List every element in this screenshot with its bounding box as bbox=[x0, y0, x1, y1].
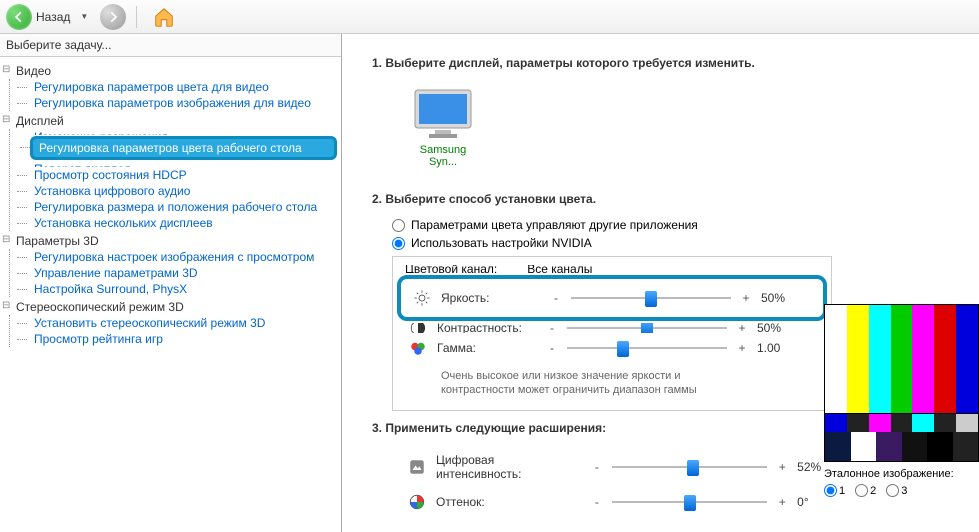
hue-row: Оттенок: - + 0° bbox=[404, 487, 844, 517]
gamma-row: Гамма: - + 1.00 bbox=[405, 333, 819, 363]
brightness-row: Яркость: - + 50% bbox=[397, 275, 827, 321]
sliders-panel: Цветовой канал: Все каналы Яркость: - + … bbox=[392, 256, 832, 411]
preview-radios: 1 2 3 bbox=[824, 484, 979, 497]
radio-other-apps[interactable]: Параметрами цвета управляют другие прило… bbox=[392, 218, 979, 232]
contrast-label: Контрастность: bbox=[437, 323, 537, 333]
contrast-slider[interactable] bbox=[567, 323, 727, 333]
preview-panel: Эталонное изображение: 1 2 3 bbox=[824, 304, 979, 497]
tree-item[interactable]: Регулировка настроек изображения с просм… bbox=[30, 249, 337, 265]
contrast-row: Контрастность: - + 50% bbox=[405, 323, 819, 333]
back-button[interactable] bbox=[6, 4, 32, 30]
radio-nvidia[interactable]: Использовать настройки NVIDIA bbox=[392, 236, 979, 250]
hue-slider[interactable] bbox=[612, 493, 768, 511]
vibrance-icon bbox=[408, 458, 426, 476]
plus-icon: + bbox=[737, 341, 747, 355]
preview-label: Эталонное изображение: bbox=[824, 468, 979, 480]
color-bars-row3 bbox=[824, 432, 979, 462]
brightness-value: 50% bbox=[761, 291, 805, 305]
minus-icon: - bbox=[551, 291, 561, 305]
gamma-label: Гамма: bbox=[437, 341, 537, 355]
display-name: Samsung Syn... bbox=[408, 144, 478, 168]
tree-group-display[interactable]: Дисплей bbox=[2, 113, 337, 129]
back-dropdown-icon[interactable]: ▼ bbox=[80, 12, 88, 21]
tree-item[interactable]: Управление параметрами 3D bbox=[30, 265, 337, 281]
plus-icon: + bbox=[737, 323, 747, 333]
preview-radio-3[interactable]: 3 bbox=[886, 484, 907, 497]
tree-item[interactable]: Установка цифрового аудио bbox=[30, 183, 337, 199]
tree-item[interactable]: Просмотр рейтинга игр bbox=[30, 331, 337, 347]
contrast-icon bbox=[409, 323, 427, 333]
minus-icon: - bbox=[592, 460, 602, 474]
radio-label: Параметрами цвета управляют другие прило… bbox=[411, 218, 698, 232]
channel-value: Все каналы bbox=[527, 265, 592, 273]
minus-icon: - bbox=[592, 495, 602, 509]
sidebar: Выберите задачу... Видео Регулировка пар… bbox=[0, 34, 342, 532]
step2-title: 2. Выберите способ установки цвета. bbox=[372, 192, 979, 206]
brightness-icon bbox=[413, 289, 431, 307]
radio-other-apps-input[interactable] bbox=[392, 219, 405, 232]
display-selector[interactable]: Samsung Syn... bbox=[402, 82, 484, 174]
monitor-icon bbox=[411, 88, 475, 140]
plus-icon: + bbox=[741, 291, 751, 305]
channel-label: Цветовой канал: bbox=[405, 265, 497, 273]
preview-radio-2[interactable]: 2 bbox=[855, 484, 876, 497]
gamma-hint: Очень высокое или низкое значение яркост… bbox=[441, 369, 741, 398]
toolbar: Назад ▼ bbox=[0, 0, 979, 34]
preview-radio-1[interactable]: 1 bbox=[824, 484, 845, 497]
vibrance-slider[interactable] bbox=[612, 458, 768, 476]
channel-row: Цветовой канал: Все каналы bbox=[405, 265, 819, 273]
gamma-icon bbox=[409, 339, 427, 357]
tree-item[interactable]: Настройка Surround, PhysX bbox=[30, 281, 337, 297]
gamma-value: 1.00 bbox=[757, 341, 801, 355]
tree-item[interactable]: Установить стереоскопический режим 3D bbox=[30, 315, 337, 331]
radio-nvidia-input[interactable] bbox=[392, 237, 405, 250]
forward-button[interactable] bbox=[100, 4, 126, 30]
hue-icon bbox=[408, 493, 426, 511]
color-bars bbox=[824, 304, 979, 414]
vibrance-row: Цифровая интенсивность: - + 52% bbox=[404, 447, 844, 487]
sidebar-header: Выберите задачу... bbox=[0, 34, 341, 57]
tree-item[interactable]: Регулировка размера и положения рабочего… bbox=[30, 199, 337, 215]
hue-label: Оттенок: bbox=[436, 495, 582, 509]
gamma-slider[interactable] bbox=[567, 339, 727, 357]
vibrance-label: Цифровая интенсивность: bbox=[436, 453, 582, 481]
content-pane: 1. Выберите дисплей, параметры которого … bbox=[342, 34, 979, 532]
minus-icon: - bbox=[547, 341, 557, 355]
back-label: Назад bbox=[36, 10, 70, 24]
tree-item-selected[interactable]: Регулировка параметров цвета рабочего ст… bbox=[30, 136, 337, 160]
step1-title: 1. Выберите дисплей, параметры которого … bbox=[372, 56, 979, 70]
plus-icon: + bbox=[777, 495, 787, 509]
tree-item[interactable]: Изменение разрешения bbox=[30, 129, 337, 135]
tree-item[interactable]: Регулировка параметров цвета для видео bbox=[30, 79, 337, 95]
toolbar-separator bbox=[136, 6, 137, 28]
tree-item[interactable]: Регулировка параметров изображения для в… bbox=[30, 95, 337, 111]
brightness-slider[interactable] bbox=[571, 289, 731, 307]
radio-label: Использовать настройки NVIDIA bbox=[411, 236, 592, 250]
tree-item[interactable]: Установка нескольких дисплеев bbox=[30, 215, 337, 231]
contrast-value: 50% bbox=[757, 323, 801, 333]
minus-icon: - bbox=[547, 323, 557, 333]
color-bars-row2 bbox=[824, 414, 979, 432]
plus-icon: + bbox=[777, 460, 787, 474]
nav-tree: Видео Регулировка параметров цвета для в… bbox=[0, 57, 341, 355]
tree-group-stereo[interactable]: Стереоскопический режим 3D bbox=[2, 299, 337, 315]
tree-item[interactable]: Просмотр состояния HDCP bbox=[30, 167, 337, 183]
brightness-label: Яркость: bbox=[441, 291, 541, 305]
tree-group-video[interactable]: Видео bbox=[2, 63, 337, 79]
tree-group-3d[interactable]: Параметры 3D bbox=[2, 233, 337, 249]
home-icon[interactable] bbox=[153, 6, 175, 28]
